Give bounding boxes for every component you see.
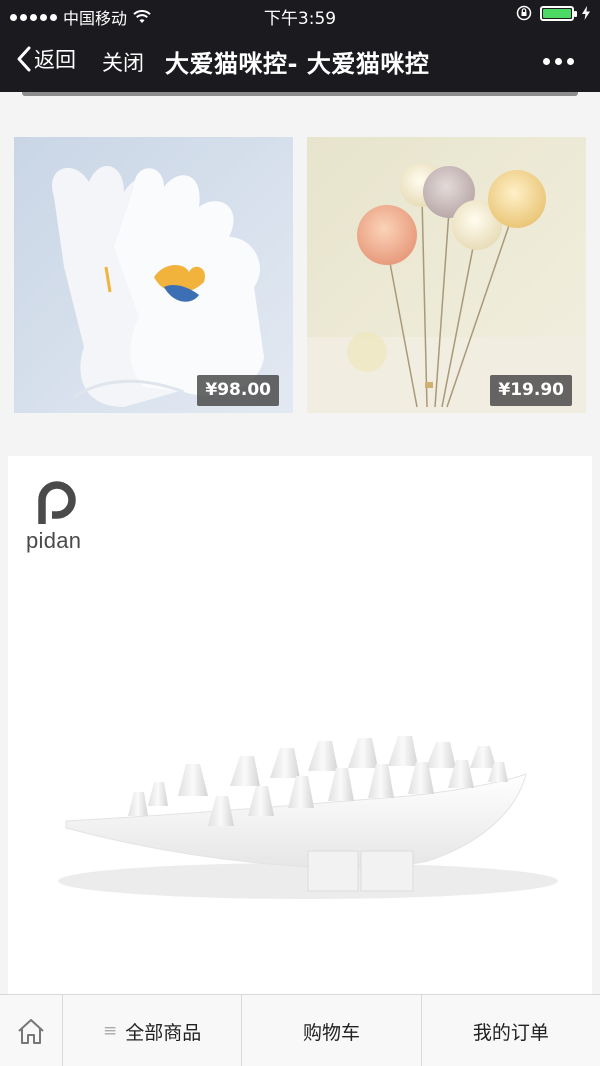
charging-icon xyxy=(582,6,590,20)
tab-all-products[interactable]: ≡ 全部商品 xyxy=(63,995,243,1066)
price-tag: ¥19.90 xyxy=(490,375,572,406)
status-bar: 中国移动 下午3:59 xyxy=(0,0,600,30)
product-card-pompoms[interactable]: ¥19.90 xyxy=(307,137,586,413)
close-button[interactable]: 关闭 xyxy=(102,47,144,77)
menu-icon: ≡ xyxy=(103,1021,118,1041)
product-card-gloves[interactable]: ¥98.00 xyxy=(14,137,293,413)
status-time: 下午3:59 xyxy=(263,9,337,29)
tab-cart-label: 购物车 xyxy=(302,1021,360,1044)
price-tag: ¥98.00 xyxy=(197,375,279,406)
tab-my-orders[interactable]: 我的订单 xyxy=(422,995,600,1066)
product-image-gloves xyxy=(14,137,293,413)
back-label: 返回 xyxy=(34,48,76,72)
tab-cart[interactable]: 购物车 xyxy=(242,995,422,1066)
back-button[interactable]: 返回 xyxy=(16,44,76,74)
brand-banner[interactable]: pidan xyxy=(8,456,592,994)
home-button[interactable] xyxy=(0,995,63,1066)
orientation-lock-icon xyxy=(516,5,532,21)
content-area[interactable]: ¥98.00 ¥19.90 pidan xyxy=(0,92,600,994)
battery-icon xyxy=(540,5,577,21)
chevron-left-icon xyxy=(17,46,31,72)
bottom-tab-bar: ≡ 全部商品 购物车 我的订单 xyxy=(0,994,600,1066)
status-right xyxy=(516,5,590,21)
navigation-bar: 返回 关闭 大爱猫咪控- 大爱猫咪控 xyxy=(0,30,600,92)
tab-my-orders-label: 我的订单 xyxy=(472,1021,549,1044)
page-title: 大爱猫咪控- 大爱猫咪控 xyxy=(165,50,430,78)
scroll-divider xyxy=(22,92,578,96)
home-icon xyxy=(18,1019,44,1044)
product-image-pompoms xyxy=(307,137,586,413)
more-options-icon[interactable] xyxy=(543,58,574,65)
tab-all-products-label: 全部商品 xyxy=(125,1021,202,1044)
cat-groomer-image xyxy=(58,736,558,899)
